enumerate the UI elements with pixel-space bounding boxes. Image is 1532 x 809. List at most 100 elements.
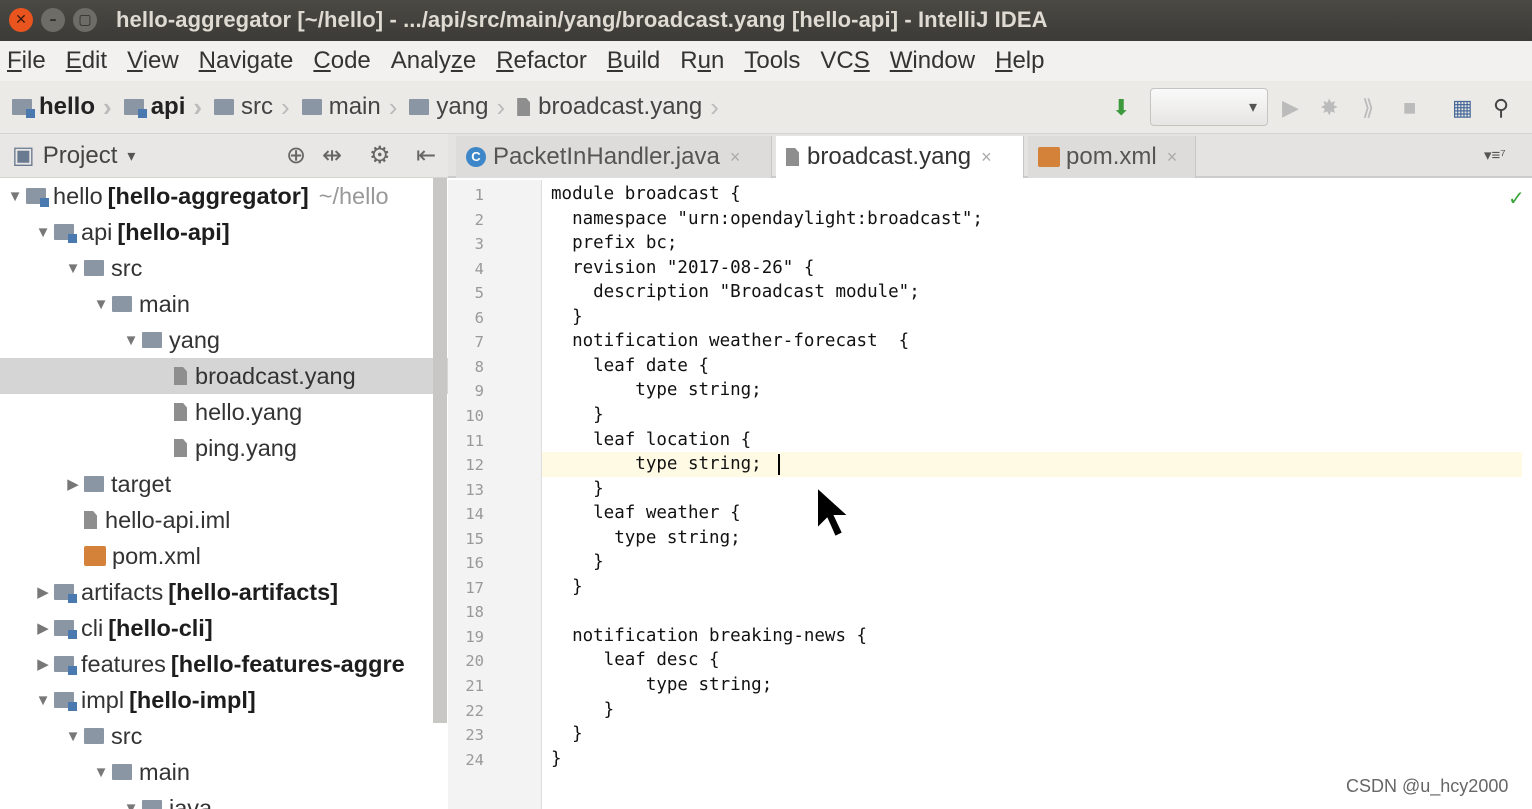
menu-item[interactable]: Navigate <box>199 47 294 75</box>
tree-item[interactable]: ▼ main <box>0 286 448 322</box>
tab-packetinhandler-java[interactable]: C PacketInHandler.java × <box>456 136 772 178</box>
tree-item[interactable]: ▼ yang <box>0 322 448 358</box>
tree-item[interactable]: hello-api.iml <box>0 502 448 538</box>
tree-item[interactable]: ▶ artifacts [hello-artifacts] <box>0 574 448 610</box>
menu-item[interactable]: Tools <box>744 47 800 75</box>
project-view-icon: ▣ <box>12 142 35 169</box>
tree-item[interactable]: ▶ cli [hello-cli] <box>0 610 448 646</box>
project-view-selector[interactable]: Project <box>43 142 118 170</box>
tree-item[interactable]: ▼ api [hello-api] <box>0 214 448 250</box>
menu-label: R <box>680 47 698 74</box>
tree-item[interactable]: pom.xml <box>0 538 448 574</box>
expanded-arrow-icon[interactable]: ▼ <box>90 296 112 313</box>
expanded-arrow-icon[interactable]: ▼ <box>62 728 84 745</box>
tree-item[interactable]: ▼ impl [hello-impl] <box>0 682 448 718</box>
tree-item[interactable]: broadcast.yang <box>0 358 448 394</box>
line-number: 3 <box>474 235 484 254</box>
tree-item[interactable]: ▼ main <box>0 754 448 790</box>
tree-item-label: api <box>81 218 113 245</box>
menu-item[interactable]: Build <box>607 47 660 75</box>
close-tab-icon[interactable]: × <box>730 147 741 168</box>
breadcrumb-api[interactable]: api › <box>123 92 202 123</box>
line-number: 9 <box>474 382 484 401</box>
module-icon <box>12 99 35 118</box>
tabs-menu-icon[interactable]: ▾≡⁷ <box>1484 146 1506 164</box>
breadcrumb-src[interactable]: src › <box>214 92 290 123</box>
tree-item-label: cli <box>81 614 104 641</box>
tree-item-label: java <box>169 794 213 809</box>
tree-item[interactable]: hello.yang <box>0 394 448 430</box>
menu-item[interactable]: Analyze <box>391 47 476 75</box>
gear-icon[interactable]: ⚙ <box>369 141 391 170</box>
menu-mnemonic: C <box>313 47 331 74</box>
menu-mnemonic: F <box>7 47 22 74</box>
tree-scrollbar[interactable] <box>433 178 447 723</box>
stop-icon[interactable]: ■ <box>1403 95 1416 121</box>
breadcrumb-label: src <box>241 93 274 120</box>
expanded-arrow-icon[interactable]: ▼ <box>90 764 112 781</box>
expanded-arrow-icon[interactable]: ▼ <box>62 260 84 277</box>
expanded-arrow-icon[interactable]: ▼ <box>32 224 54 241</box>
tree-item[interactable]: ping.yang <box>0 430 448 466</box>
hide-panel-icon[interactable]: ⇤ <box>416 141 436 170</box>
tree-item[interactable]: ▼ hello [hello-aggregator] ~/hello <box>0 178 448 214</box>
menu-item[interactable]: Window <box>890 47 975 75</box>
tree-item[interactable]: ▶ target <box>0 466 448 502</box>
menu-item[interactable]: File <box>7 47 46 75</box>
menu-item[interactable]: Code <box>313 47 370 75</box>
run-icon[interactable]: ▶ <box>1282 95 1299 121</box>
expanded-arrow-icon[interactable]: ▼ <box>32 692 54 709</box>
collapsed-arrow-icon[interactable]: ▶ <box>62 475 84 493</box>
chevron-down-icon[interactable]: ▾ <box>127 146 135 166</box>
sort-icon[interactable]: ⬇ <box>1112 95 1130 121</box>
menu-item[interactable]: View <box>127 47 179 75</box>
tab-pom-xml[interactable]: pom.xml × <box>1028 136 1196 178</box>
expanded-arrow-icon[interactable]: ▼ <box>120 800 142 809</box>
file-icon <box>517 98 531 116</box>
sync-icon[interactable]: ⊕ <box>286 141 306 170</box>
expanded-arrow-icon[interactable]: ▼ <box>4 188 26 205</box>
collapse-all-icon[interactable]: ⇹ <box>322 141 342 170</box>
breadcrumb-label: yang <box>436 93 489 120</box>
menu-item[interactable]: Refactor <box>496 47 587 75</box>
collapsed-arrow-icon[interactable]: ▶ <box>32 619 54 637</box>
code-line: revision "2017-08-26" { <box>551 257 815 278</box>
line-number: 6 <box>474 308 484 327</box>
search-icon[interactable]: ⚲ <box>1493 95 1509 121</box>
collapsed-arrow-icon[interactable]: ▶ <box>32 655 54 673</box>
project-panel-header: ▣ Project ▾ ⊕ ⇹ ⚙ ⇤ <box>0 134 448 178</box>
tree-item[interactable]: ▶ features [hello-features-aggre <box>0 646 448 682</box>
tree-item[interactable]: ▼ java <box>0 790 448 809</box>
folder-icon <box>84 476 104 492</box>
menu-mnemonic: E <box>65 47 82 74</box>
debug-icon[interactable]: ✸ <box>1320 95 1338 121</box>
close-tab-icon[interactable]: × <box>981 147 992 168</box>
collapsed-arrow-icon[interactable]: ▶ <box>32 583 54 601</box>
menu-item[interactable]: VCS <box>820 47 869 75</box>
line-number: 11 <box>465 431 484 450</box>
maximize-window-button[interactable]: ▢ <box>73 8 97 32</box>
breadcrumb-yang[interactable]: yang › <box>409 92 505 123</box>
tree-item[interactable]: ▼ src <box>0 718 448 754</box>
tree-item[interactable]: ▼ src <box>0 250 448 286</box>
run-configuration-select[interactable] <box>1150 88 1268 126</box>
coverage-icon[interactable]: ⟫ <box>1362 95 1374 121</box>
breadcrumb-hello[interactable]: hello › <box>12 92 112 123</box>
expanded-arrow-icon[interactable]: ▼ <box>120 332 142 349</box>
tree-item-label: hello.yang <box>195 398 303 425</box>
menu-label: iew <box>142 47 179 74</box>
breadcrumb-broadcast-yang[interactable]: broadcast.yang › <box>517 92 719 123</box>
project-structure-icon[interactable]: ▦ <box>1452 95 1473 121</box>
code-line: leaf date { <box>551 355 710 376</box>
tab-broadcast-yang[interactable]: broadcast.yang × <box>776 136 1024 178</box>
close-window-button[interactable]: ✕ <box>9 8 33 32</box>
code-line: } <box>551 724 583 745</box>
close-tab-icon[interactable]: × <box>1167 147 1178 168</box>
module-icon <box>54 620 77 639</box>
minimize-window-button[interactable]: – <box>41 8 65 32</box>
menu-item[interactable]: Edit <box>66 47 107 75</box>
menu-item[interactable]: Run <box>680 47 724 75</box>
breadcrumb-main[interactable]: main › <box>301 92 397 123</box>
menu-item[interactable]: Help <box>995 47 1044 75</box>
tree-item-label: features <box>81 650 166 677</box>
